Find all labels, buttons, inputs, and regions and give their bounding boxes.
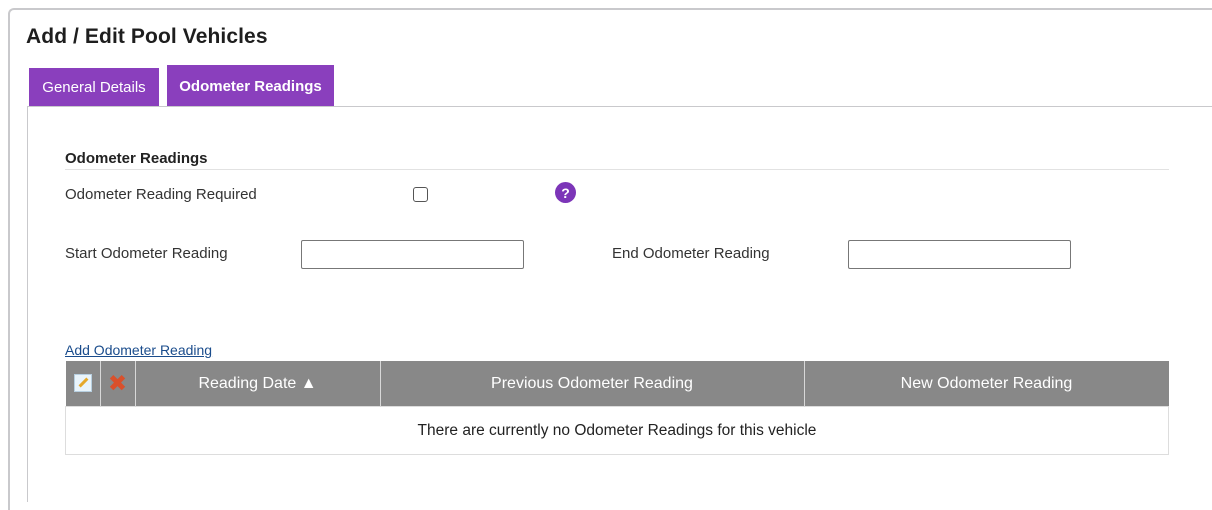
- end-odometer-input[interactable]: [848, 240, 1071, 269]
- page-title: Add / Edit Pool Vehicles: [26, 25, 268, 48]
- table-row: There are currently no Odometer Readings…: [65, 406, 1169, 455]
- column-new-odometer[interactable]: New Odometer Reading: [804, 361, 1169, 407]
- table-header-row: ✖ Reading Date ▲ Previous Odometer Readi…: [65, 361, 1169, 407]
- odometer-required-checkbox[interactable]: [413, 187, 428, 202]
- add-odometer-reading-link[interactable]: Add Odometer Reading: [65, 342, 212, 358]
- delete-x-icon[interactable]: ✖: [108, 372, 127, 395]
- odometer-readings-table: ✖ Reading Date ▲ Previous Odometer Readi…: [65, 361, 1169, 455]
- start-odometer-label: Start Odometer Reading: [65, 245, 228, 262]
- edit-column-header: [65, 361, 101, 407]
- column-reading-date[interactable]: Reading Date ▲: [135, 361, 381, 407]
- section-divider: [65, 169, 1169, 170]
- end-odometer-label: End Odometer Reading: [612, 245, 770, 262]
- edit-icon[interactable]: [73, 374, 92, 393]
- delete-column-header: ✖: [100, 361, 136, 407]
- tab-odometer-readings[interactable]: Odometer Readings: [167, 65, 334, 107]
- empty-table-message: There are currently no Odometer Readings…: [65, 406, 1169, 455]
- odometer-required-label: Odometer Reading Required: [65, 186, 257, 203]
- tab-general-details[interactable]: General Details: [29, 68, 159, 107]
- section-title: Odometer Readings: [65, 150, 208, 167]
- help-icon[interactable]: ?: [555, 182, 576, 203]
- start-odometer-input[interactable]: [301, 240, 524, 269]
- column-previous-odometer[interactable]: Previous Odometer Reading: [380, 361, 805, 407]
